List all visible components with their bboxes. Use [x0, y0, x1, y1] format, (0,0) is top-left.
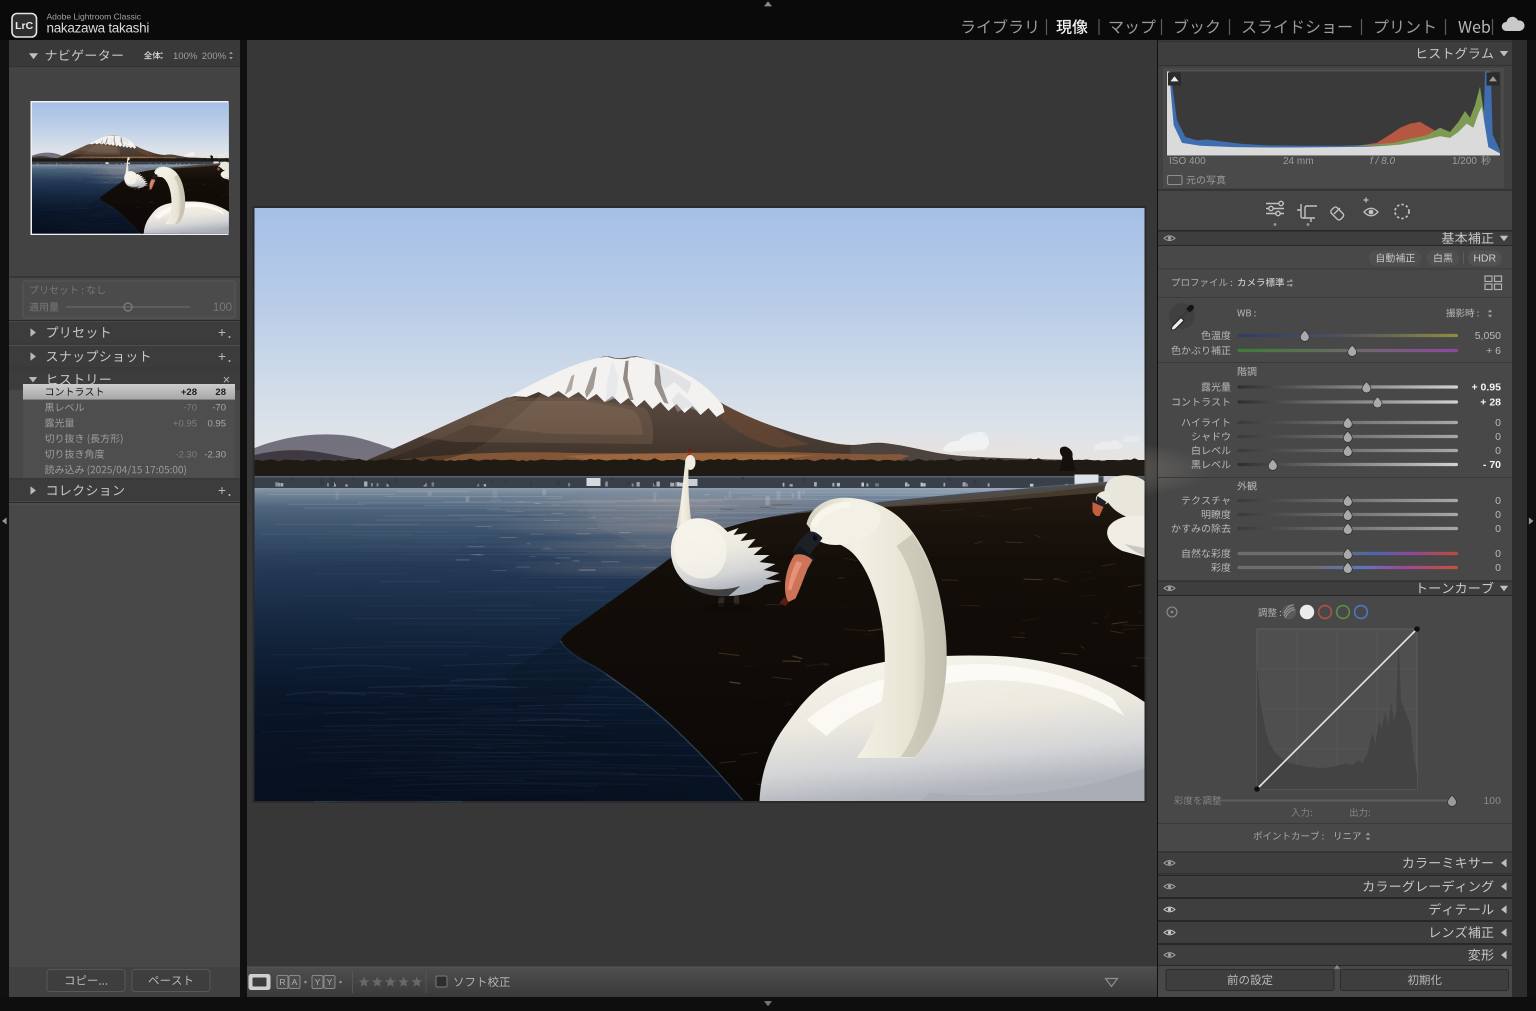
- svg-text:+0.95: +0.95: [173, 418, 197, 429]
- svg-text:0: 0: [1495, 495, 1501, 507]
- svg-text:f / 8.0: f / 8.0: [1370, 156, 1395, 167]
- svg-text:100: 100: [1483, 795, 1501, 807]
- svg-text:+: +: [218, 324, 226, 340]
- svg-text:Y: Y: [315, 977, 321, 987]
- svg-text:0: 0: [1495, 509, 1501, 521]
- svg-text:+ 0.95: + 0.95: [1472, 382, 1502, 394]
- svg-text:+ 6: + 6: [1486, 345, 1501, 357]
- svg-text:Y: Y: [327, 977, 333, 987]
- svg-text:-70: -70: [183, 403, 197, 414]
- svg-text:100: 100: [213, 302, 232, 314]
- svg-text:HDR: HDR: [1473, 253, 1496, 265]
- svg-text:-2.30: -2.30: [204, 449, 226, 460]
- svg-text:+28: +28: [181, 387, 197, 398]
- svg-text:0: 0: [1495, 417, 1501, 429]
- svg-text:0: 0: [1495, 445, 1501, 457]
- svg-text:28: 28: [215, 387, 226, 398]
- svg-text:+: +: [218, 482, 226, 498]
- svg-text:100%: 100%: [173, 51, 198, 62]
- svg-text:1/200: 1/200: [1452, 156, 1477, 167]
- svg-text:nakazawa takashi: nakazawa takashi: [47, 21, 150, 36]
- svg-text:A: A: [292, 977, 298, 987]
- svg-text:ISO 400: ISO 400: [1169, 156, 1206, 167]
- svg-text:5,050: 5,050: [1475, 330, 1501, 342]
- svg-text:0: 0: [1495, 548, 1501, 560]
- svg-text:200%: 200%: [202, 51, 227, 62]
- svg-text:R: R: [279, 977, 285, 987]
- svg-text:- 70: - 70: [1483, 459, 1501, 471]
- svg-text:0: 0: [1495, 562, 1501, 574]
- svg-text:-2.30: -2.30: [175, 449, 197, 460]
- svg-text:+: +: [218, 348, 226, 364]
- svg-text:0.95: 0.95: [208, 418, 227, 429]
- svg-text:0: 0: [1495, 431, 1501, 443]
- svg-text:-70: -70: [212, 403, 226, 414]
- svg-text:0: 0: [1495, 523, 1501, 535]
- svg-text:LrC: LrC: [15, 20, 34, 32]
- svg-text:+ 28: + 28: [1480, 397, 1501, 409]
- svg-text:24 mm: 24 mm: [1283, 156, 1314, 167]
